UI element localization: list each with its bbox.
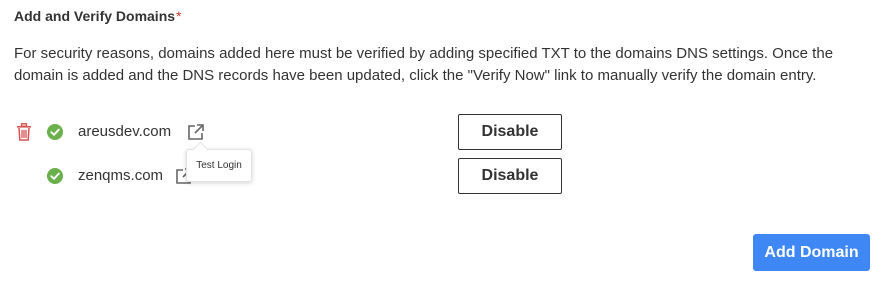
required-mark: *	[176, 8, 182, 24]
disable-button[interactable]: Disable	[458, 114, 562, 150]
external-link-icon[interactable]	[186, 122, 206, 142]
disable-button[interactable]: Disable	[458, 158, 562, 194]
domain-name: zenqms.com	[78, 167, 164, 184]
section-description: For security reasons, domains added here…	[14, 45, 834, 84]
domain-row: areusdev.com Disable	[0, 114, 891, 150]
trash-icon[interactable]	[16, 123, 32, 141]
domain-row: zenqms.com Disable	[0, 158, 891, 194]
section-title: Add and Verify Domains*	[14, 8, 182, 24]
domain-name: areusdev.com	[78, 123, 172, 140]
test-login-tooltip: Test Login	[186, 149, 252, 182]
section-title-text: Add and Verify Domains	[14, 8, 176, 24]
check-circle-icon	[47, 168, 63, 184]
check-circle-icon	[47, 124, 63, 140]
add-domain-button[interactable]: Add Domain	[753, 234, 870, 271]
